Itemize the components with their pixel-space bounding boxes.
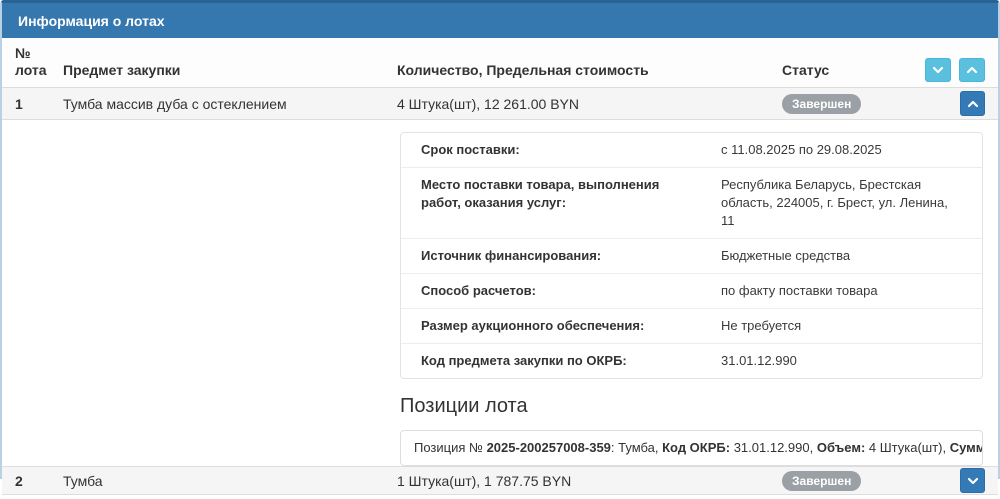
column-header-subject: Предмет закупки [63, 62, 397, 87]
detail-row-payment-method: Способ расчетов: по факту поставки товар… [401, 273, 982, 308]
detail-row-delivery-term: Срок поставки: с 11.08.2025 по 29.08.202… [401, 133, 982, 167]
chevron-down-icon [932, 66, 944, 74]
expand-all-button[interactable] [959, 58, 985, 82]
lot-actions [917, 91, 985, 116]
position-subject: : Тумба, [611, 440, 662, 455]
lot-actions [917, 468, 985, 493]
position-volume-value: 4 Штука(шт), [865, 440, 949, 455]
detail-row-delivery-place: Место поставки товара, выполнения работ,… [401, 167, 982, 238]
detail-value: Бюджетные средства [721, 247, 962, 265]
position-sum-label: Сумма: [950, 440, 983, 455]
detail-label: Место поставки товара, выполнения работ,… [421, 176, 721, 230]
table-header-row: № лота Предмет закупки Количество, Преде… [2, 38, 998, 88]
detail-value: 31.01.12.990 [721, 352, 962, 370]
collapse-all-button[interactable] [925, 58, 951, 82]
chevron-down-icon [967, 477, 979, 485]
detail-value: с 11.08.2025 по 29.08.2025 [721, 141, 962, 159]
position-number: 2025-200257008-359 [487, 440, 611, 455]
lot-1-collapse-button[interactable] [960, 91, 985, 116]
position-item: Позиция № 2025-200257008-359: Тумба, Код… [400, 430, 983, 466]
column-header-status: Статус [782, 62, 917, 87]
column-header-quantity: Количество, Предельная стоимость [397, 62, 782, 87]
detail-label: Размер аукционного обеспечения: [421, 317, 721, 335]
lot-details-table: Срок поставки: с 11.08.2025 по 29.08.202… [400, 132, 983, 379]
status-badge: Завершен [782, 471, 861, 491]
lot-row-2: 2 Тумба 1 Штука(шт), 1 787.75 BYN Заверш… [2, 466, 998, 495]
detail-label: Код предмета закупки по ОКРБ: [421, 352, 721, 370]
lot-row-1: 1 Тумба массив дуба с остеклением 4 Штук… [2, 88, 998, 120]
panel-title: Информация о лотах [2, 3, 998, 38]
lot-quantity-cost: 4 Штука(шт), 12 261.00 BYN [397, 96, 782, 112]
detail-value: Республика Беларусь, Брестская область, … [721, 176, 962, 230]
position-okrb-label: Код ОКРБ: [662, 440, 730, 455]
lot-quantity-cost: 1 Штука(шт), 1 787.75 BYN [397, 473, 782, 489]
chevron-up-icon [967, 100, 979, 108]
status-badge: Завершен [782, 94, 861, 114]
lot-1-details-panel: Срок поставки: с 11.08.2025 по 29.08.202… [2, 120, 998, 466]
chevron-up-icon [966, 66, 978, 74]
position-okrb-value: 31.01.12.990, [730, 440, 817, 455]
detail-label: Срок поставки: [421, 141, 721, 159]
positions-section-title: Позиции лота [400, 395, 983, 418]
lot-2-expand-button[interactable] [960, 468, 985, 493]
detail-value: по факту поставки товара [721, 282, 962, 300]
detail-label: Способ расчетов: [421, 282, 721, 300]
lot-number: 1 [15, 96, 63, 112]
bottom-spacer [2, 495, 998, 499]
position-volume-label: Объем: [817, 440, 865, 455]
detail-row-funding-source: Источник финансирования: Бюджетные средс… [401, 238, 982, 273]
lot-status-cell: Завершен [782, 471, 917, 491]
detail-value: Не требуется [721, 317, 962, 335]
lot-subject: Тумба массив дуба с остеклением [63, 96, 397, 112]
header-actions [917, 58, 985, 87]
lot-subject: Тумба [63, 473, 397, 489]
lot-status-cell: Завершен [782, 94, 917, 114]
detail-row-auction-security: Размер аукционного обеспечения: Не требу… [401, 308, 982, 343]
position-prefix: Позиция № [414, 440, 487, 455]
detail-row-okrb-code: Код предмета закупки по ОКРБ: 31.01.12.9… [401, 343, 982, 378]
column-header-lot-number: № лота [15, 45, 63, 87]
lots-info-panel: Информация о лотах № лота Предмет закупк… [0, 0, 1000, 479]
lot-number: 2 [15, 473, 63, 489]
detail-label: Источник финансирования: [421, 247, 721, 265]
